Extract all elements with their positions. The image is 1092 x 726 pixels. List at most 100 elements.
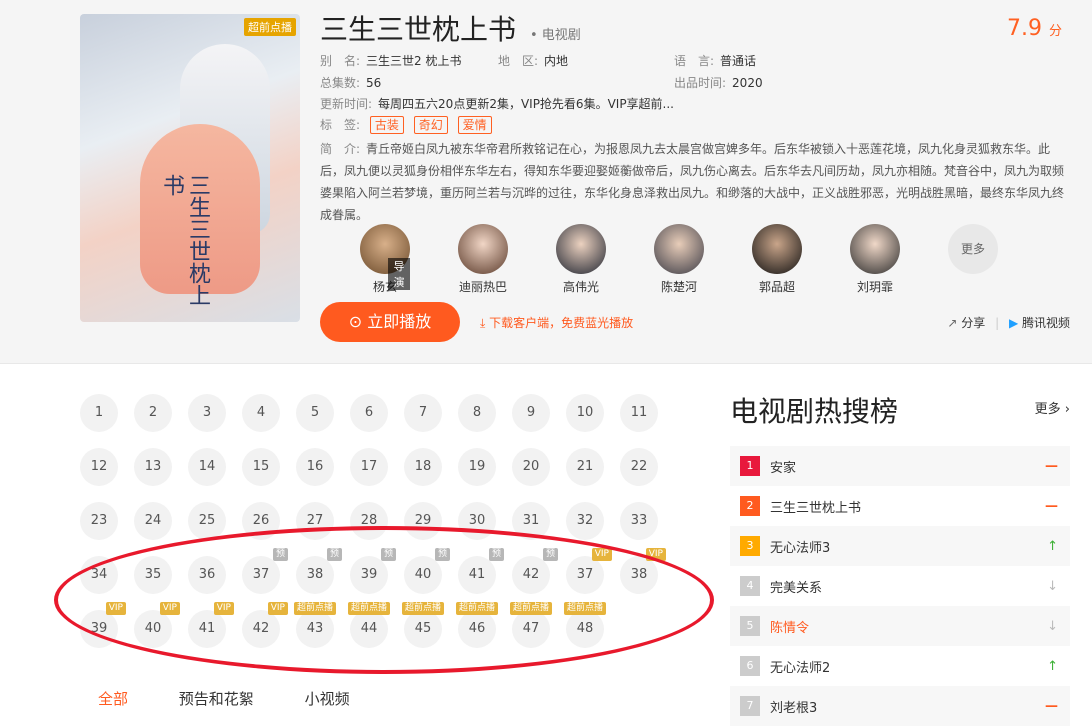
update-time-row: 更新时间: 每周四五六20点更新2集，VIP抢先看6集。VIP享超前... <box>320 97 674 111</box>
cast-item[interactable]: 高伟光 <box>532 224 630 295</box>
download-client-link[interactable]: ⤓ 下载客户端，免费蓝光播放 <box>480 314 633 331</box>
episode-button[interactable]: 15 <box>242 448 280 486</box>
page-title: 三生三世枕上书 <box>320 13 517 46</box>
episode-number: 8 <box>472 405 482 420</box>
episode-button[interactable]: 5 <box>296 394 334 432</box>
trend-flat-icon: — <box>1045 498 1058 514</box>
episode-button[interactable]: 10 <box>566 394 604 432</box>
tag-romance[interactable]: 爱情 <box>457 116 492 134</box>
hand-drawn-circle-annotation <box>54 526 714 674</box>
episode-button[interactable]: 21 <box>566 448 604 486</box>
cast-item[interactable]: 导演 杨玄 <box>336 224 434 295</box>
cast-item[interactable]: 迪丽热巴 <box>434 224 532 295</box>
tab-trailers[interactable]: 预告和花絮 <box>179 690 254 708</box>
cast-list: 导演 杨玄 迪丽热巴 高伟光 陈楚河 郭品超 刘玥霏 更多 <box>336 224 1022 295</box>
tencent-video-link[interactable]: ▶ 腾讯视频 <box>1009 316 1070 330</box>
hot-item-title: 安家 <box>770 460 797 476</box>
cast-more-button[interactable]: 更多 <box>924 224 1022 295</box>
hot-list-item[interactable]: 1 安家 — <box>730 446 1070 486</box>
share-area: ↗ 分享 | ▶ 腾讯视频 <box>947 314 1070 331</box>
episode-number: 33 <box>630 513 648 528</box>
hot-item-title: 无心法师2 <box>770 660 831 676</box>
hot-list-item[interactable]: 7 刘老根3— <box>730 686 1070 726</box>
episode-button[interactable]: 25 <box>188 502 226 540</box>
episode-number: 18 <box>414 459 432 474</box>
tencent-video-icon: ▶ <box>1008 316 1022 330</box>
hot-more-link[interactable]: 更多 › <box>1035 398 1070 417</box>
cast-item[interactable]: 陈楚河 <box>630 224 728 295</box>
episode-button[interactable]: 7 <box>404 394 442 432</box>
episode-number: 15 <box>252 459 270 474</box>
hot-list-item[interactable]: 6 无心法师2 ↑ <box>730 646 1070 686</box>
episode-number: 2 <box>148 405 158 420</box>
episode-button[interactable]: 11 <box>620 394 658 432</box>
episode-number: 11 <box>630 405 648 420</box>
cast-item[interactable]: 刘玥霏 <box>826 224 924 295</box>
trend-up-icon: ↑ <box>1047 658 1058 674</box>
episode-button[interactable]: 19 <box>458 448 496 486</box>
episode-button[interactable]: 9 <box>512 394 550 432</box>
episode-button[interactable]: 6 <box>350 394 388 432</box>
trend-down-icon: ↓ <box>1047 578 1058 594</box>
tab-short-videos[interactable]: 小视频 <box>305 690 350 708</box>
hot-list-item[interactable]: 3 无心法师3 ↑ <box>730 526 1070 566</box>
hot-search-title: 电视剧热搜榜 <box>730 395 899 428</box>
episode-button[interactable]: 4 <box>242 394 280 432</box>
episode-number: 16 <box>306 459 324 474</box>
avatar <box>850 224 900 274</box>
episode-button[interactable]: 1 <box>80 394 118 432</box>
episode-number: 19 <box>468 459 486 474</box>
episode-button[interactable]: 24 <box>134 502 172 540</box>
hot-list-item[interactable]: 4 完美关系 ↓ <box>730 566 1070 606</box>
region-row: 地 区: 内地 <box>498 54 569 68</box>
rank-badge: 7 <box>740 696 760 716</box>
episode-number: 14 <box>198 459 216 474</box>
trend-down-icon: ↓ <box>1047 618 1058 634</box>
trend-up-icon: ↑ <box>1047 538 1058 554</box>
play-button[interactable]: ⊙ 立即播放 <box>320 302 460 342</box>
hot-item-title: 无心法师3 <box>770 540 831 556</box>
episode-button[interactable]: 2 <box>134 394 172 432</box>
cast-item[interactable]: 郭品超 <box>728 224 826 295</box>
episode-button[interactable]: 13 <box>134 448 172 486</box>
episode-button[interactable]: 32 <box>566 502 604 540</box>
episode-button[interactable]: 16 <box>296 448 334 486</box>
director-badge: 导演 <box>388 258 410 290</box>
episode-number: 7 <box>418 405 428 420</box>
tags-row: 标 签: 古装 奇幻 爱情 <box>320 116 498 134</box>
avatar: 导演 <box>360 224 410 290</box>
episode-button[interactable]: 23 <box>80 502 118 540</box>
episode-button[interactable]: 3 <box>188 394 226 432</box>
content-type: • 电视剧 <box>530 28 581 43</box>
episode-number: 30 <box>468 513 486 528</box>
episode-button[interactable]: 12 <box>80 448 118 486</box>
divider: | <box>995 316 1000 330</box>
episode-button[interactable]: 17 <box>350 448 388 486</box>
cast-name: 迪丽热巴 <box>458 280 507 294</box>
episode-button[interactable]: 33 <box>620 502 658 540</box>
cast-name: 高伟光 <box>562 280 599 294</box>
tag-ancient[interactable]: 古装 <box>369 116 404 134</box>
hot-list-item[interactable]: 2 三生三世枕上书 — <box>730 486 1070 526</box>
poster-image[interactable]: 三生三世枕上书 超前点播 <box>80 14 300 322</box>
episode-number: 17 <box>360 459 378 474</box>
tag-fantasy[interactable]: 奇幻 <box>413 116 448 134</box>
rating-score: 7.9 分 <box>1006 16 1062 41</box>
episode-button[interactable]: 22 <box>620 448 658 486</box>
content-tabs: 全部 预告和花絮 小视频 <box>98 688 396 709</box>
share-button[interactable]: ↗ 分享 <box>947 316 985 330</box>
rank-badge: 1 <box>740 456 760 476</box>
episode-number: 27 <box>306 513 324 528</box>
episode-button[interactable]: 18 <box>404 448 442 486</box>
episode-button[interactable]: 20 <box>512 448 550 486</box>
download-icon: ⤓ <box>480 316 490 330</box>
hot-list-item[interactable]: 5 陈情令 ↓ <box>730 606 1070 646</box>
play-label: 立即播放 <box>367 312 432 331</box>
episode-button[interactable]: 8 <box>458 394 496 432</box>
episode-number: 22 <box>630 459 648 474</box>
trend-flat-icon: — <box>1045 458 1058 474</box>
tab-all[interactable]: 全部 <box>98 690 128 708</box>
release-year-row: 出品时间: 2020 <box>674 76 763 90</box>
episode-button[interactable]: 14 <box>188 448 226 486</box>
language-row: 语 言: 普通话 <box>674 54 757 68</box>
